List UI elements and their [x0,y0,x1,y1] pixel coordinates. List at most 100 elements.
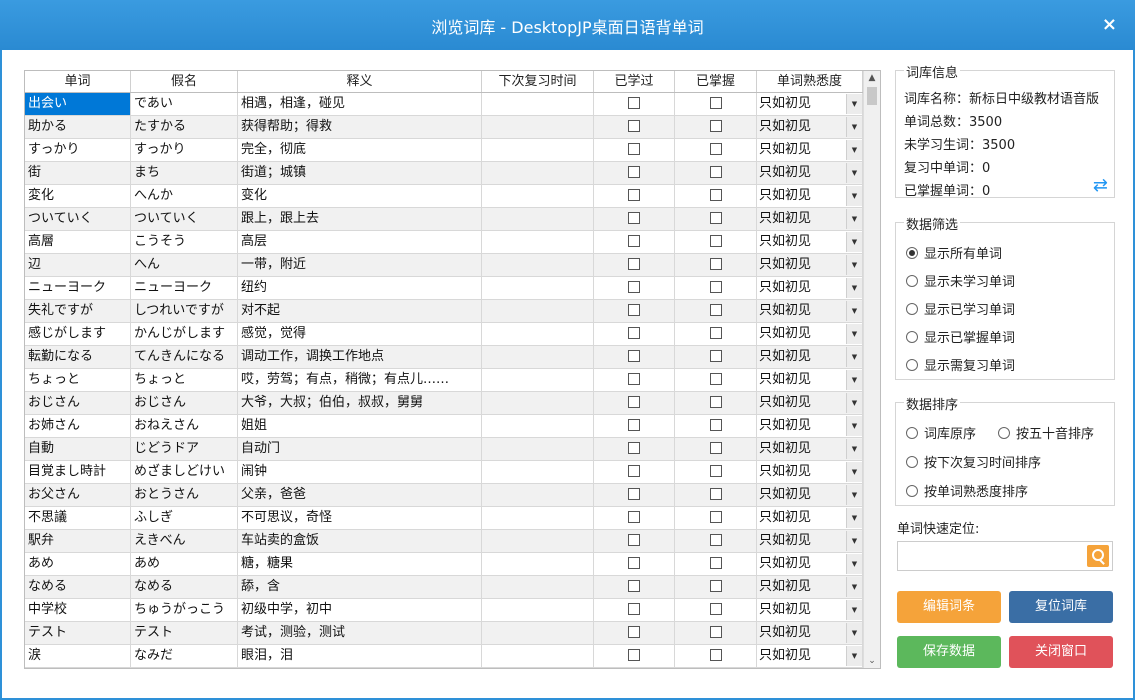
learned-checkbox[interactable] [628,327,640,339]
kana-cell[interactable]: おねえさん [131,415,238,437]
kana-cell[interactable]: すっかり [131,139,238,161]
meaning-cell[interactable]: 相遇，相逢，碰见 [238,93,482,115]
table-row[interactable]: 不思議 ふしぎ 不可思议，奇怪 只如初见 ▼ [25,507,863,530]
col-header-word[interactable]: 单词 [25,71,131,92]
word-cell[interactable]: 感じがします [25,323,131,345]
familiarity-select[interactable]: 只如初见 ▼ [757,576,863,598]
meaning-cell[interactable]: 获得帮助；得救 [238,116,482,138]
word-cell[interactable]: すっかり [25,139,131,161]
table-row[interactable]: 転勤になる てんきんになる 调动工作，调换工作地点 只如初见 ▼ [25,346,863,369]
mastered-checkbox[interactable] [709,281,722,293]
familiarity-select[interactable]: 只如初见 ▼ [757,185,863,207]
table-row[interactable]: 目覚まし時計 めざましどけい 闹钟 只如初见 ▼ [25,461,863,484]
learned-checkbox[interactable] [628,626,640,638]
mastered-checkbox[interactable] [709,212,722,224]
radio-icon[interactable] [906,330,918,343]
dropdown-arrow-icon[interactable]: ▼ [846,623,862,643]
familiarity-select[interactable]: 只如初见 ▼ [757,484,863,506]
kana-cell[interactable]: おとうさん [131,484,238,506]
kana-cell[interactable]: なみだ [131,645,238,667]
learned-checkbox[interactable] [628,120,640,132]
learned-checkbox[interactable] [628,281,640,293]
table-row[interactable]: すっかり すっかり 完全，彻底 只如初见 ▼ [25,139,863,162]
col-header-meaning[interactable]: 释义 [238,71,482,92]
word-cell[interactable]: お姉さん [25,415,131,437]
learned-checkbox[interactable] [628,189,640,201]
mastered-checkbox[interactable] [709,557,722,569]
familiarity-select[interactable]: 只如初见 ▼ [757,530,863,552]
table-row[interactable]: あめ あめ 糖，糖果 只如初见 ▼ [25,553,863,576]
familiarity-select[interactable]: 只如初见 ▼ [757,162,863,184]
mastered-checkbox[interactable] [709,442,722,454]
meaning-cell[interactable]: 眼泪，泪 [238,645,482,667]
meaning-cell[interactable]: 自动门 [238,438,482,460]
dropdown-arrow-icon[interactable]: ▼ [846,462,862,482]
next-review-cell[interactable] [482,277,594,299]
dropdown-arrow-icon[interactable]: ▼ [846,324,862,344]
familiarity-select[interactable]: 只如初见 ▼ [757,392,863,414]
familiarity-select[interactable]: 只如初见 ▼ [757,622,863,644]
kana-cell[interactable]: ニューヨーク [131,277,238,299]
next-review-cell[interactable] [482,208,594,230]
table-row[interactable]: 感じがします かんじがします 感觉，觉得 只如初见 ▼ [25,323,863,346]
kana-cell[interactable]: じどうドア [131,438,238,460]
word-cell[interactable]: テスト [25,622,131,644]
dropdown-arrow-icon[interactable]: ▼ [846,416,862,436]
reset-library-button[interactable]: 复位词库 [1009,591,1113,623]
learned-checkbox[interactable] [628,212,640,224]
mastered-checkbox[interactable] [709,419,722,431]
familiarity-select[interactable]: 只如初见 ▼ [757,461,863,483]
radio-icon[interactable] [906,358,918,371]
radio-icon[interactable] [906,426,918,439]
filter-all-radio[interactable]: 显示所有单词 [906,243,1002,262]
meaning-cell[interactable]: 姐姐 [238,415,482,437]
familiarity-select[interactable]: 只如初见 ▼ [757,231,863,253]
kana-cell[interactable]: たすかる [131,116,238,138]
meaning-cell[interactable]: 父亲，爸爸 [238,484,482,506]
meaning-cell[interactable]: 哎，劳驾；有点，稍微；有点儿…… [238,369,482,391]
next-review-cell[interactable] [482,484,594,506]
table-row[interactable]: 失礼ですが しつれいですが 对不起 只如初见 ▼ [25,300,863,323]
kana-cell[interactable]: ちょっと [131,369,238,391]
dropdown-arrow-icon[interactable]: ▼ [846,278,862,298]
mastered-checkbox[interactable] [709,304,722,316]
meaning-cell[interactable]: 纽约 [238,277,482,299]
next-review-cell[interactable] [482,369,594,391]
word-cell[interactable]: なめる [25,576,131,598]
meaning-cell[interactable]: 不可思议，奇怪 [238,507,482,529]
mastered-checkbox[interactable] [709,603,722,615]
learned-checkbox[interactable] [628,488,640,500]
word-cell[interactable]: 涙 [25,645,131,667]
dropdown-arrow-icon[interactable]: ▼ [846,600,862,620]
kana-cell[interactable]: まち [131,162,238,184]
filter-review-radio[interactable]: 显示需复习单词 [906,355,1015,374]
kana-cell[interactable]: しつれいですが [131,300,238,322]
table-row[interactable]: 助かる たすかる 获得帮助；得救 只如初见 ▼ [25,116,863,139]
filter-learned-radio[interactable]: 显示已学习单词 [906,299,1015,318]
word-cell[interactable]: おじさん [25,392,131,414]
kana-cell[interactable]: こうそう [131,231,238,253]
table-row[interactable]: お姉さん おねえさん 姐姐 只如初见 ▼ [25,415,863,438]
mastered-checkbox[interactable] [709,488,722,500]
col-header-learned[interactable]: 已学过 [594,71,675,92]
dropdown-arrow-icon[interactable]: ▼ [846,301,862,321]
kana-cell[interactable]: あめ [131,553,238,575]
search-icon[interactable] [1087,545,1109,567]
familiarity-select[interactable]: 只如初见 ▼ [757,208,863,230]
kana-cell[interactable]: かんじがします [131,323,238,345]
kana-cell[interactable]: ふしぎ [131,507,238,529]
next-review-cell[interactable] [482,162,594,184]
sort-next-review-radio[interactable]: 按下次复习时间排序 [906,452,1041,471]
meaning-cell[interactable]: 街道；城镇 [238,162,482,184]
word-cell[interactable]: 失礼ですが [25,300,131,322]
learned-checkbox[interactable] [628,97,640,109]
radio-icon[interactable] [906,302,918,315]
dropdown-arrow-icon[interactable]: ▼ [846,508,862,528]
kana-cell[interactable]: えきべん [131,530,238,552]
dropdown-arrow-icon[interactable]: ▼ [846,393,862,413]
word-cell[interactable]: 街 [25,162,131,184]
word-cell[interactable]: 変化 [25,185,131,207]
learned-checkbox[interactable] [628,580,640,592]
table-row[interactable]: 自動 じどうドア 自动门 只如初见 ▼ [25,438,863,461]
table-row[interactable]: 出会い であい 相遇，相逢，碰见 只如初见 ▼ [25,93,863,116]
